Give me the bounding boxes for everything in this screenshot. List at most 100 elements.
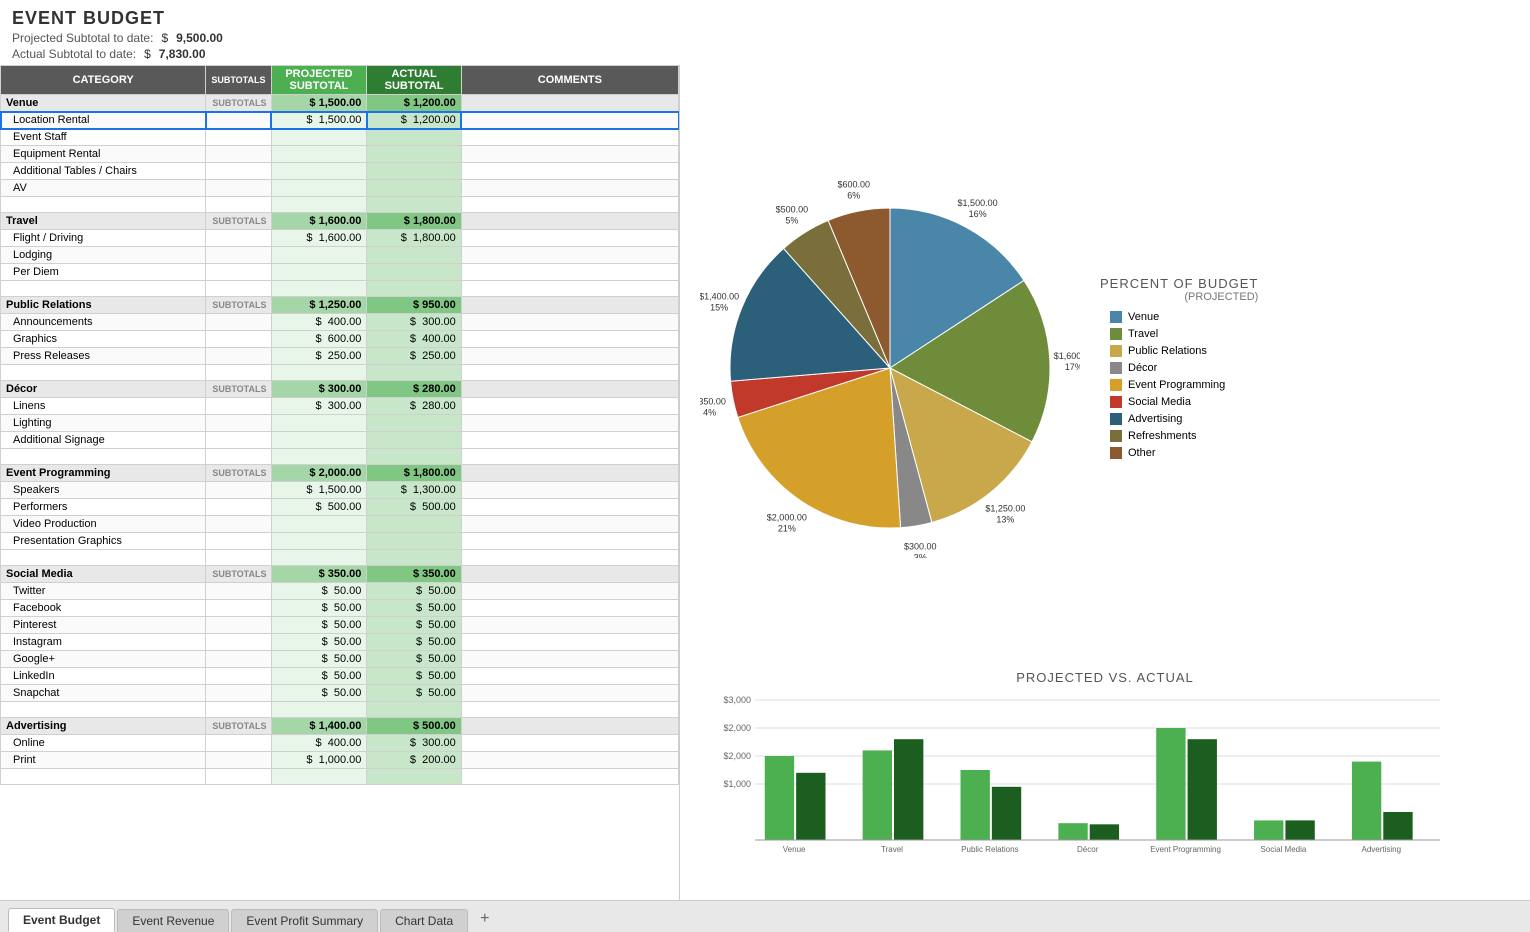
legend-label: Refreshments [1128,430,1196,442]
item-name: Location Rental [1,112,206,129]
item-projected [271,180,367,197]
item-name: Lighting [1,415,206,432]
tab-event-revenue[interactable]: Event Revenue [117,909,229,932]
item-projected: $ 50.00 [271,583,367,600]
projected-subtotal: $ 300.00 [271,381,367,398]
item-name: Snapchat [1,685,206,702]
table-row[interactable]: AV [1,180,679,197]
item-actual [367,516,461,533]
item-comments [461,112,678,129]
item-comments [461,634,678,651]
y-axis-label: $2,000 [723,723,751,733]
item-actual: $ 50.00 [367,668,461,685]
item-projected: $ 600.00 [271,331,367,348]
actual-subtotal: $ 1,200.00 [367,95,461,112]
item-projected [271,264,367,281]
item-name: Print [1,752,206,769]
table-row[interactable]: Pinterest $ 50.00 $ 50.00 [1,617,679,634]
table-row[interactable]: Speakers $ 1,500.00 $ 1,300.00 [1,482,679,499]
empty-cell [206,398,271,415]
legend-label: Social Media [1128,396,1191,408]
projected-label: Projected Subtotal to date: [12,31,153,45]
empty-cell [206,146,271,163]
item-projected: $ 50.00 [271,685,367,702]
item-actual: $ 50.00 [367,685,461,702]
table-row[interactable]: Video Production [1,516,679,533]
empty-cell [206,163,271,180]
legend-label: Advertising [1128,413,1182,425]
table-row[interactable]: Twitter $ 50.00 $ 50.00 [1,583,679,600]
table-row[interactable]: Flight / Driving $ 1,600.00 $ 1,800.00 [1,230,679,247]
projected-dollar: $ [161,31,168,45]
table-row[interactable]: Presentation Graphics [1,533,679,550]
table-row[interactable]: Location Rental $ 1,500.00 $ 1,200.00 [1,112,679,129]
add-tab-button[interactable]: + [470,906,499,932]
subtotal-row: Advertising SUBTOTALS $ 1,400.00 $ 500.0… [1,718,679,735]
app-container: EVENT BUDGET Projected Subtotal to date:… [0,0,1530,932]
table-row[interactable]: Graphics $ 600.00 $ 400.00 [1,331,679,348]
item-name: Online [1,735,206,752]
actual-subtotal: $ 350.00 [367,566,461,583]
y-axis-label: $3,000 [723,695,751,705]
projected-subtotal: $ 1,600.00 [271,213,367,230]
subtotal-row: Travel SUBTOTALS $ 1,600.00 $ 1,800.00 [1,213,679,230]
pie-label: 17% [1065,361,1080,371]
table-row[interactable]: Additional Signage [1,432,679,449]
tab-chart-data[interactable]: Chart Data [380,909,468,932]
table-row[interactable]: Google+ $ 50.00 $ 50.00 [1,651,679,668]
table-row[interactable]: Event Staff [1,129,679,146]
tab-event-budget[interactable]: Event Budget [8,908,115,932]
subtotals-label: SUBTOTALS [206,718,271,735]
table-row[interactable]: Additional Tables / Chairs [1,163,679,180]
table-row[interactable]: Per Diem [1,264,679,281]
empty-row [1,702,679,718]
empty-row [1,281,679,297]
budget-table: CATEGORY SUBTOTALS PROJECTEDSUBTOTAL ACT… [0,65,679,785]
main-content: CATEGORY SUBTOTALS PROJECTEDSUBTOTAL ACT… [0,65,1530,900]
item-name: Performers [1,499,206,516]
item-actual: $ 1,800.00 [367,230,461,247]
item-comments [461,129,678,146]
item-name: Google+ [1,651,206,668]
table-row[interactable]: Press Releases $ 250.00 $ 250.00 [1,348,679,365]
item-actual: $ 300.00 [367,314,461,331]
empty-cell [206,533,271,550]
table-row[interactable]: Facebook $ 50.00 $ 50.00 [1,600,679,617]
item-actual: $ 50.00 [367,651,461,668]
item-comments [461,146,678,163]
subtotal-row: Social Media SUBTOTALS $ 350.00 $ 350.00 [1,566,679,583]
table-row[interactable]: Snapchat $ 50.00 $ 50.00 [1,685,679,702]
subtotals-label: SUBTOTALS [206,213,271,230]
item-name: Twitter [1,583,206,600]
projected-bar [765,756,794,840]
actual-bar [1090,824,1119,840]
table-row[interactable]: Announcements $ 400.00 $ 300.00 [1,314,679,331]
item-projected [271,516,367,533]
table-row[interactable]: Print $ 1,000.00 $ 200.00 [1,752,679,769]
table-row[interactable]: Online $ 400.00 $ 300.00 [1,735,679,752]
table-row[interactable]: Equipment Rental [1,146,679,163]
comments-cell [461,566,678,583]
table-row[interactable]: Performers $ 500.00 $ 500.00 [1,499,679,516]
table-row[interactable]: Linens $ 300.00 $ 280.00 [1,398,679,415]
table-row[interactable]: LinkedIn $ 50.00 $ 50.00 [1,668,679,685]
projected-subtotal: $ 1,400.00 [271,718,367,735]
empty-cell [206,348,271,365]
table-row[interactable]: Instagram $ 50.00 $ 50.00 [1,634,679,651]
comments-cell [461,465,678,482]
empty-cell [206,230,271,247]
table-row[interactable]: Lodging [1,247,679,264]
subtotals-label: SUBTOTALS [206,465,271,482]
item-actual: $ 1,200.00 [367,112,461,129]
table-row[interactable]: Lighting [1,415,679,432]
projected-bar [961,770,990,840]
item-actual [367,180,461,197]
item-projected [271,163,367,180]
col-header-comments: COMMENTS [461,66,678,95]
legend-color [1110,379,1122,391]
empty-cell [206,432,271,449]
item-actual [367,415,461,432]
tab-event-profit-summary[interactable]: Event Profit Summary [231,909,378,932]
empty-cell [206,499,271,516]
item-comments [461,163,678,180]
